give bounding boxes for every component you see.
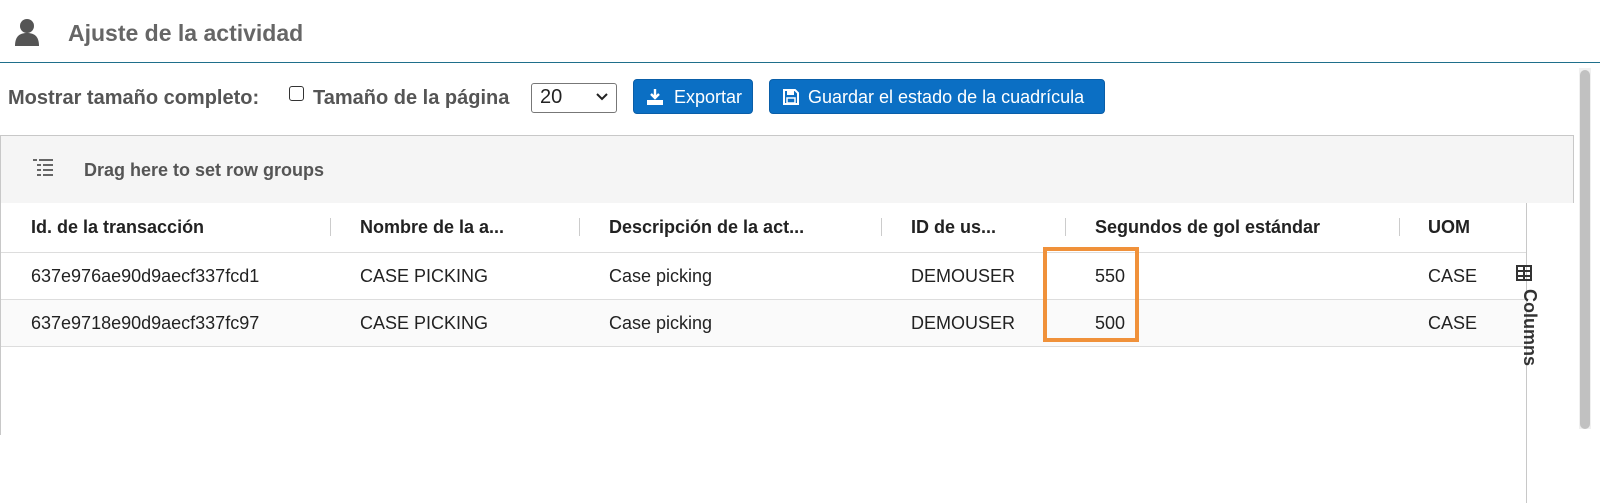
columns-tool-tab[interactable]: Columns	[1510, 265, 1550, 385]
page-size-value: 20	[540, 86, 563, 108]
cell-user-id: DEMOUSER	[911, 266, 1016, 286]
cell-transaction-id: 637e976ae90d9aecf337fcd1	[31, 266, 260, 286]
column-header-activity-description[interactable]: Descripción de la act...	[609, 217, 804, 238]
columns-tab-label: Columns	[1520, 289, 1540, 367]
row-group-drop-zone[interactable]: Drag here to set row groups	[1, 136, 1573, 204]
save-grid-state-button[interactable]: Guardar el estado de la cuadrícula	[769, 79, 1105, 114]
column-resize-handle[interactable]	[1399, 218, 1400, 236]
column-header-standard-goal-seconds[interactable]: Segundos de gol estándar	[1095, 217, 1320, 238]
column-resize-handle[interactable]	[579, 218, 580, 236]
cell-transaction-id: 637e9718e90d9aecf337fc97	[31, 313, 260, 333]
grid-header-row: Id. de la transacción Nombre de la a... …	[1, 203, 1526, 253]
column-header-uom[interactable]: UOM	[1428, 217, 1470, 238]
export-label: Exportar	[674, 87, 743, 107]
page-size-select[interactable]: 20	[531, 83, 617, 113]
column-resize-handle[interactable]	[1065, 218, 1066, 236]
page-title: Ajuste de la actividad	[68, 20, 304, 46]
row-group-hint: Drag here to set row groups	[84, 160, 325, 180]
highlight-box	[1043, 247, 1139, 342]
activity-grid: Drag here to set row groups Id. de la tr…	[0, 135, 1574, 503]
page-size-label: Tamaño de la página	[313, 87, 510, 109]
table-row[interactable]: 637e976ae90d9aecf337fcd1 CASE PICKING Ca…	[1, 253, 1526, 300]
cell-uom: CASE	[1428, 266, 1478, 286]
full-size-checkbox[interactable]	[289, 86, 304, 101]
save-grid-state-label: Guardar el estado de la cuadrícula	[808, 87, 1085, 107]
cell-activity-description: Case picking	[609, 313, 713, 333]
cell-activity-name: CASE PICKING	[360, 313, 489, 333]
page-header: Ajuste de la actividad	[0, 0, 1600, 63]
cell-activity-name: CASE PICKING	[360, 266, 489, 286]
save-icon	[783, 89, 799, 105]
cell-activity-description: Case picking	[609, 266, 713, 286]
export-button[interactable]: Exportar	[633, 79, 753, 114]
columns-icon	[1516, 265, 1532, 281]
cell-uom: CASE	[1428, 313, 1478, 333]
page-scrollbar-thumb[interactable]	[1580, 70, 1590, 429]
column-header-activity-name[interactable]: Nombre de la a...	[360, 217, 504, 238]
chevron-down-icon	[596, 93, 608, 101]
column-header-user-id[interactable]: ID de us...	[911, 217, 996, 238]
column-header-transaction-id[interactable]: Id. de la transacción	[31, 217, 204, 238]
download-icon	[647, 89, 663, 105]
row-group-icon	[33, 159, 53, 176]
user-icon	[15, 19, 39, 46]
column-resize-handle[interactable]	[881, 218, 882, 236]
table-row[interactable]: 637e9718e90d9aecf337fc97 CASE PICKING Ca…	[1, 300, 1526, 347]
full-size-label: Mostrar tamaño completo:	[8, 87, 260, 109]
cell-user-id: DEMOUSER	[911, 313, 1016, 333]
column-resize-handle[interactable]	[330, 218, 331, 236]
